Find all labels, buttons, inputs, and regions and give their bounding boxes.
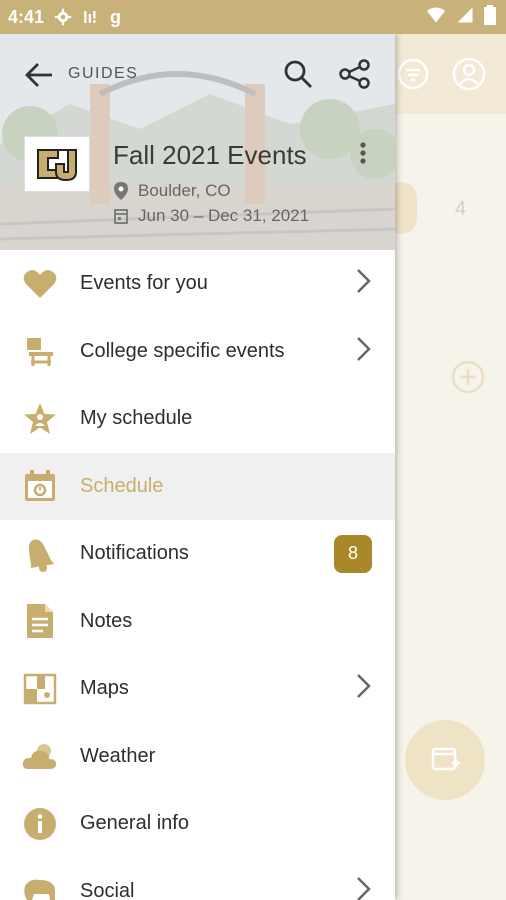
dates-text: Jun 30 – Dec 31, 2021 bbox=[138, 206, 310, 225]
share-button[interactable] bbox=[338, 58, 372, 95]
guides-label: GUIDES bbox=[68, 65, 139, 82]
menu-item-label: Weather bbox=[80, 744, 156, 767]
arrow-back-icon bbox=[25, 63, 52, 87]
menu-item-events-for-you[interactable]: Events for you bbox=[0, 250, 395, 318]
menu-item-schedule[interactable]: Schedule bbox=[0, 452, 395, 520]
more-options-button[interactable] bbox=[357, 140, 369, 173]
account-icon bbox=[451, 56, 487, 97]
cu-logo bbox=[24, 136, 90, 192]
heart-icon bbox=[22, 266, 58, 302]
menu-item-label: General info bbox=[80, 812, 189, 835]
g-app-icon: g bbox=[110, 6, 122, 27]
chevron-right-icon bbox=[354, 336, 372, 367]
drawer-menu: Events for you College specific events M… bbox=[0, 250, 395, 900]
menu-item-label: Events for you bbox=[80, 272, 208, 295]
bison-icon bbox=[22, 873, 58, 900]
info-icon bbox=[22, 806, 58, 842]
day-number: 4 bbox=[455, 198, 467, 220]
status-bar: 4:41 g bbox=[0, 0, 506, 34]
menu-item-label: My schedule bbox=[80, 407, 193, 430]
menu-item-general-info[interactable]: General info bbox=[0, 790, 395, 858]
add-schedule-button bbox=[405, 720, 485, 800]
share-icon bbox=[339, 59, 370, 89]
more-vert-icon bbox=[360, 142, 366, 164]
chevron-right-icon bbox=[354, 268, 372, 299]
menu-item-label: College specific events bbox=[80, 339, 285, 362]
calendar-small-icon bbox=[114, 209, 128, 224]
menu-item-label: Social bbox=[80, 879, 135, 900]
menu-item-label: Notes bbox=[80, 609, 133, 632]
notification-count-badge: 8 bbox=[334, 534, 372, 573]
battery-icon bbox=[484, 4, 496, 30]
chevron-right-icon bbox=[354, 673, 372, 704]
cell-signal-icon bbox=[456, 6, 474, 29]
menu-item-weather[interactable]: Weather bbox=[0, 723, 395, 791]
menu-item-label: Maps bbox=[80, 677, 129, 700]
bell-icon bbox=[22, 536, 58, 572]
status-time: 4:41 bbox=[8, 6, 45, 27]
back-button[interactable] bbox=[22, 58, 56, 92]
menu-item-label: Notifications bbox=[80, 542, 189, 565]
add-circle-icon bbox=[451, 360, 485, 399]
menu-item-notifications[interactable]: Notifications 8 bbox=[0, 520, 395, 588]
star-person-icon bbox=[22, 401, 58, 437]
calendar-icon bbox=[22, 468, 58, 504]
school-desk-icon bbox=[22, 333, 58, 369]
menu-item-my-schedule[interactable]: My schedule bbox=[0, 385, 395, 453]
menu-item-social[interactable]: Social bbox=[0, 858, 395, 900]
search-icon bbox=[284, 60, 312, 88]
calendar-add-icon bbox=[428, 741, 462, 780]
menu-item-label: Schedule bbox=[80, 474, 164, 497]
guide-title: Fall 2021 Events bbox=[113, 140, 307, 170]
search-button[interactable] bbox=[282, 58, 314, 95]
filter-icon bbox=[397, 58, 429, 95]
cloud-sun-icon bbox=[22, 738, 58, 774]
guide-location: Boulder, CO bbox=[114, 181, 231, 201]
wifi-icon bbox=[426, 6, 446, 29]
document-icon bbox=[22, 603, 58, 639]
menu-item-college-specific-events[interactable]: College specific events bbox=[0, 318, 395, 386]
chevron-right-icon bbox=[354, 876, 372, 900]
gear-icon bbox=[54, 8, 72, 26]
map-icon bbox=[22, 671, 58, 707]
guide-header: GUIDES Fall 2021 Events Boulder, CO Jun … bbox=[0, 34, 395, 250]
guide-dates: Jun 30 – Dec 31, 2021 bbox=[114, 206, 309, 226]
navigation-drawer: GUIDES Fall 2021 Events Boulder, CO Jun … bbox=[0, 34, 395, 900]
location-pin-icon bbox=[114, 182, 128, 200]
menu-item-maps[interactable]: Maps bbox=[0, 655, 395, 723]
menu-item-notes[interactable]: Notes bbox=[0, 588, 395, 656]
signal-bars-icon bbox=[82, 8, 100, 26]
location-text: Boulder, CO bbox=[138, 181, 231, 200]
